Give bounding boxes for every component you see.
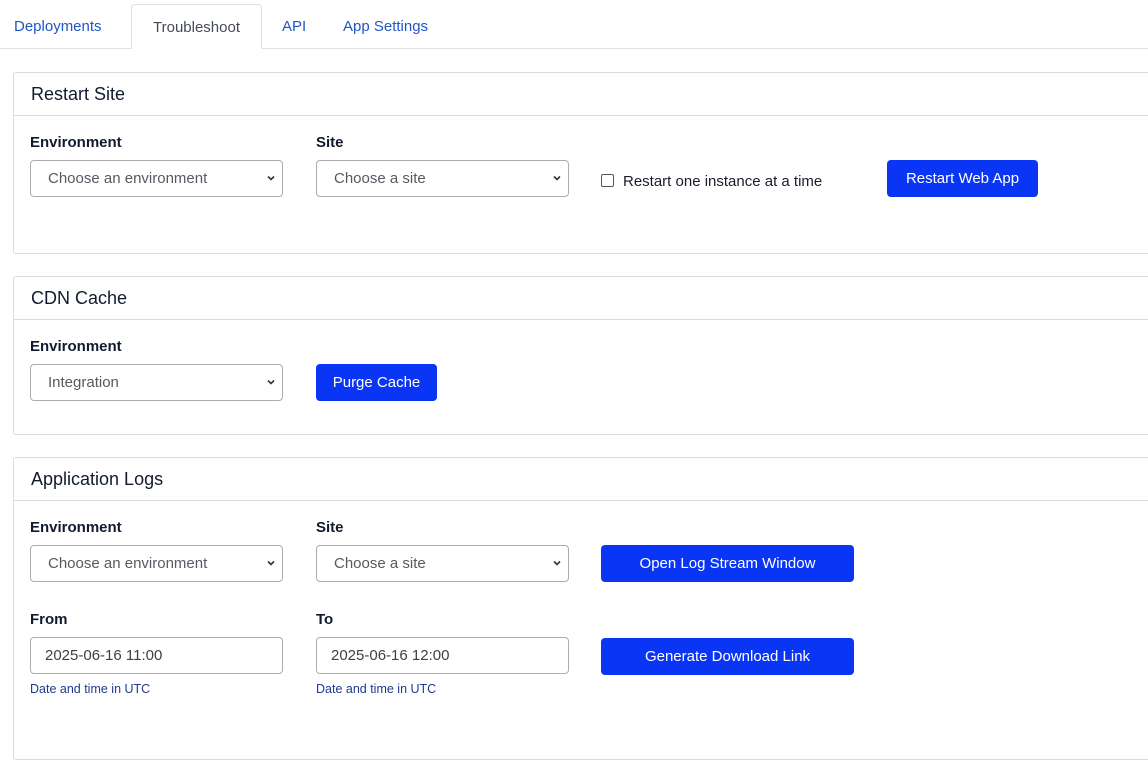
from-datetime-input[interactable]: 2025-06-16 11:00 — [30, 637, 283, 674]
to-hint: Date and time in UTC — [316, 682, 437, 696]
purge-cache-button[interactable]: Purge Cache — [316, 364, 437, 401]
to-datetime-input[interactable]: 2025-06-16 12:00 — [316, 637, 569, 674]
cdn-cache-title: CDN Cache — [14, 277, 1148, 320]
chevron-down-icon — [553, 560, 561, 566]
open-log-stream-button[interactable]: Open Log Stream Window — [601, 545, 854, 582]
generate-download-link-button[interactable]: Generate Download Link — [601, 638, 854, 675]
cdn-environment-select[interactable]: Integration — [30, 364, 283, 401]
tab-divider — [262, 48, 1148, 49]
application-logs-card: Application Logs Environment Choose an e… — [13, 457, 1148, 760]
restart-one-instance-option: Restart one instance at a time — [601, 173, 822, 190]
restart-environment-select[interactable]: Choose an environment — [30, 160, 283, 197]
restart-one-instance-checkbox[interactable] — [601, 174, 614, 187]
select-value: Integration — [48, 374, 119, 391]
application-logs-title: Application Logs — [14, 458, 1148, 501]
tab-app-settings[interactable]: App Settings — [343, 0, 428, 49]
select-value: Choose an environment — [48, 555, 208, 572]
logs-site-select[interactable]: Choose a site — [316, 545, 569, 582]
environment-label: Environment — [30, 338, 122, 355]
restart-site-card: Restart Site Environment Choose an envir… — [13, 72, 1148, 254]
select-value: Choose a site — [334, 170, 426, 187]
environment-label: Environment — [30, 134, 122, 151]
environment-label: Environment — [30, 519, 122, 536]
select-value: Choose an environment — [48, 170, 208, 187]
cdn-cache-card: CDN Cache Environment Integration Purge … — [13, 276, 1148, 435]
tab-divider — [0, 48, 131, 49]
restart-web-app-button[interactable]: Restart Web App — [887, 160, 1038, 197]
select-value: Choose a site — [334, 555, 426, 572]
chevron-down-icon — [267, 379, 275, 385]
tab-api[interactable]: API — [282, 0, 306, 49]
logs-environment-select[interactable]: Choose an environment — [30, 545, 283, 582]
to-label: To — [316, 611, 334, 628]
chevron-down-icon — [267, 175, 275, 181]
chevron-down-icon — [553, 175, 561, 181]
tab-deployments[interactable]: Deployments — [14, 0, 102, 49]
site-label: Site — [316, 134, 344, 151]
restart-site-title: Restart Site — [14, 73, 1148, 116]
tab-troubleshoot[interactable]: Troubleshoot — [131, 4, 262, 49]
tab-bar: Deployments Troubleshoot API App Setting… — [0, 0, 1148, 49]
from-label: From — [30, 611, 68, 628]
chevron-down-icon — [267, 560, 275, 566]
checkbox-label: Restart one instance at a time — [623, 173, 823, 190]
restart-site-select[interactable]: Choose a site — [316, 160, 569, 197]
site-label: Site — [316, 519, 344, 536]
from-hint: Date and time in UTC — [30, 682, 151, 696]
